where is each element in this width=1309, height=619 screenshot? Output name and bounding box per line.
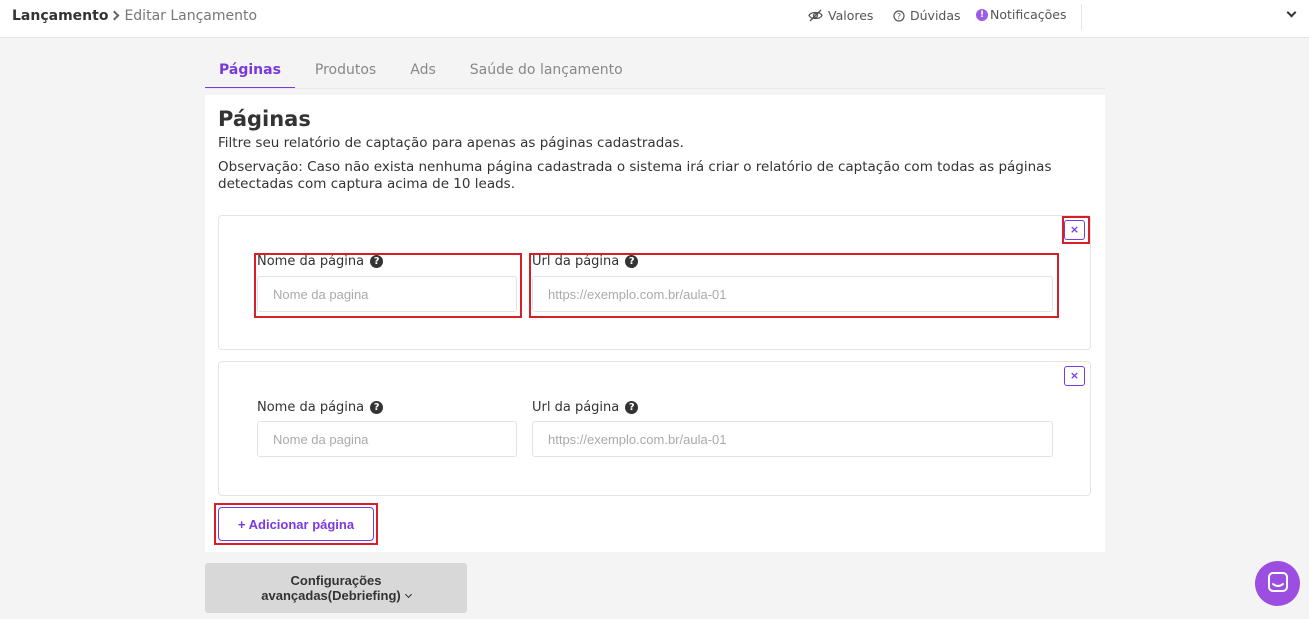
valores-link[interactable]: Valores [808, 8, 873, 23]
breadcrumb-page: Editar Lançamento [124, 8, 258, 24]
page-url-input[interactable] [532, 421, 1053, 457]
tab-divider [205, 88, 1105, 89]
header-divider [1081, 4, 1082, 30]
section-note: Observação: Caso não exista nenhuma pági… [218, 159, 1052, 192]
page-name-label-text: Nome da página [257, 400, 365, 415]
close-icon: × [1069, 369, 1080, 382]
chat-button[interactable] [1255, 561, 1300, 606]
help-icon[interactable]: ? [625, 255, 639, 268]
top-bar: Lançamento Editar Lançamento Valores ? Dú… [0, 0, 1309, 38]
page-card: × Nome da página ? Url da página ? [218, 361, 1091, 496]
svg-text:?: ? [897, 12, 901, 21]
page-name-label: Nome da página ? [257, 254, 384, 269]
breadcrumb-current[interactable]: Lançamento [12, 8, 108, 24]
advanced-settings-line1: Configurações [290, 573, 382, 588]
page-name-input[interactable] [257, 276, 517, 312]
page-title: Páginas [218, 107, 311, 131]
chevron-down-icon[interactable] [1286, 7, 1297, 18]
tab-paginas[interactable]: Páginas [205, 56, 295, 89]
advanced-settings-line2: avançadas(Debriefing) [261, 588, 401, 603]
chat-icon [1267, 571, 1289, 597]
help-icon[interactable]: ? [625, 401, 639, 414]
page-name-label-text: Nome da página [257, 254, 365, 269]
remove-page-button[interactable]: × [1064, 366, 1085, 386]
pages-panel: Páginas Filtre seu relatório de captação… [205, 95, 1105, 552]
tab-produtos[interactable]: Produtos [295, 56, 390, 89]
section-description: Filtre seu relatório de captação para ap… [218, 135, 684, 151]
page-card: × Nome da página ? Url da página ? [218, 215, 1091, 350]
page-url-input[interactable] [532, 276, 1053, 312]
page-url-label-text: Url da página [532, 400, 620, 415]
advanced-settings-button[interactable]: Configurações avançadas(Debriefing) [205, 563, 467, 613]
page-url-label: Url da página ? [532, 400, 639, 415]
close-icon: × [1069, 223, 1080, 236]
question-circle-icon: ? [893, 9, 905, 22]
notificacoes-link[interactable]: ! Notificações [976, 7, 1067, 22]
help-icon[interactable]: ? [370, 401, 384, 414]
chevron-down-icon [404, 590, 412, 599]
duvidas-link[interactable]: ? Dúvidas [893, 8, 961, 23]
page-url-label-text: Url da página [532, 254, 620, 269]
page-url-label: Url da página ? [532, 254, 639, 269]
notificacoes-label: Notificações [990, 7, 1067, 22]
tab-saude-do-lancamento[interactable]: Saúde do lançamento [450, 56, 637, 89]
add-page-button[interactable]: + Adicionar página [218, 507, 374, 541]
page-name-input[interactable] [257, 421, 517, 457]
breadcrumb-chevron-icon [110, 10, 120, 21]
remove-page-button[interactable]: × [1064, 220, 1085, 240]
eye-slash-icon [808, 9, 823, 22]
notification-badge: ! [976, 8, 988, 21]
duvidas-label: Dúvidas [910, 8, 961, 23]
page-name-label: Nome da página ? [257, 400, 384, 415]
tab-ads[interactable]: Ads [390, 56, 450, 89]
breadcrumb: Lançamento Editar Lançamento [12, 8, 257, 24]
notification-icon: ! [976, 8, 988, 21]
help-icon[interactable]: ? [370, 255, 384, 268]
valores-label: Valores [828, 8, 874, 23]
tab-bar: Páginas Produtos Ads Saúde do lançamento [205, 56, 637, 89]
